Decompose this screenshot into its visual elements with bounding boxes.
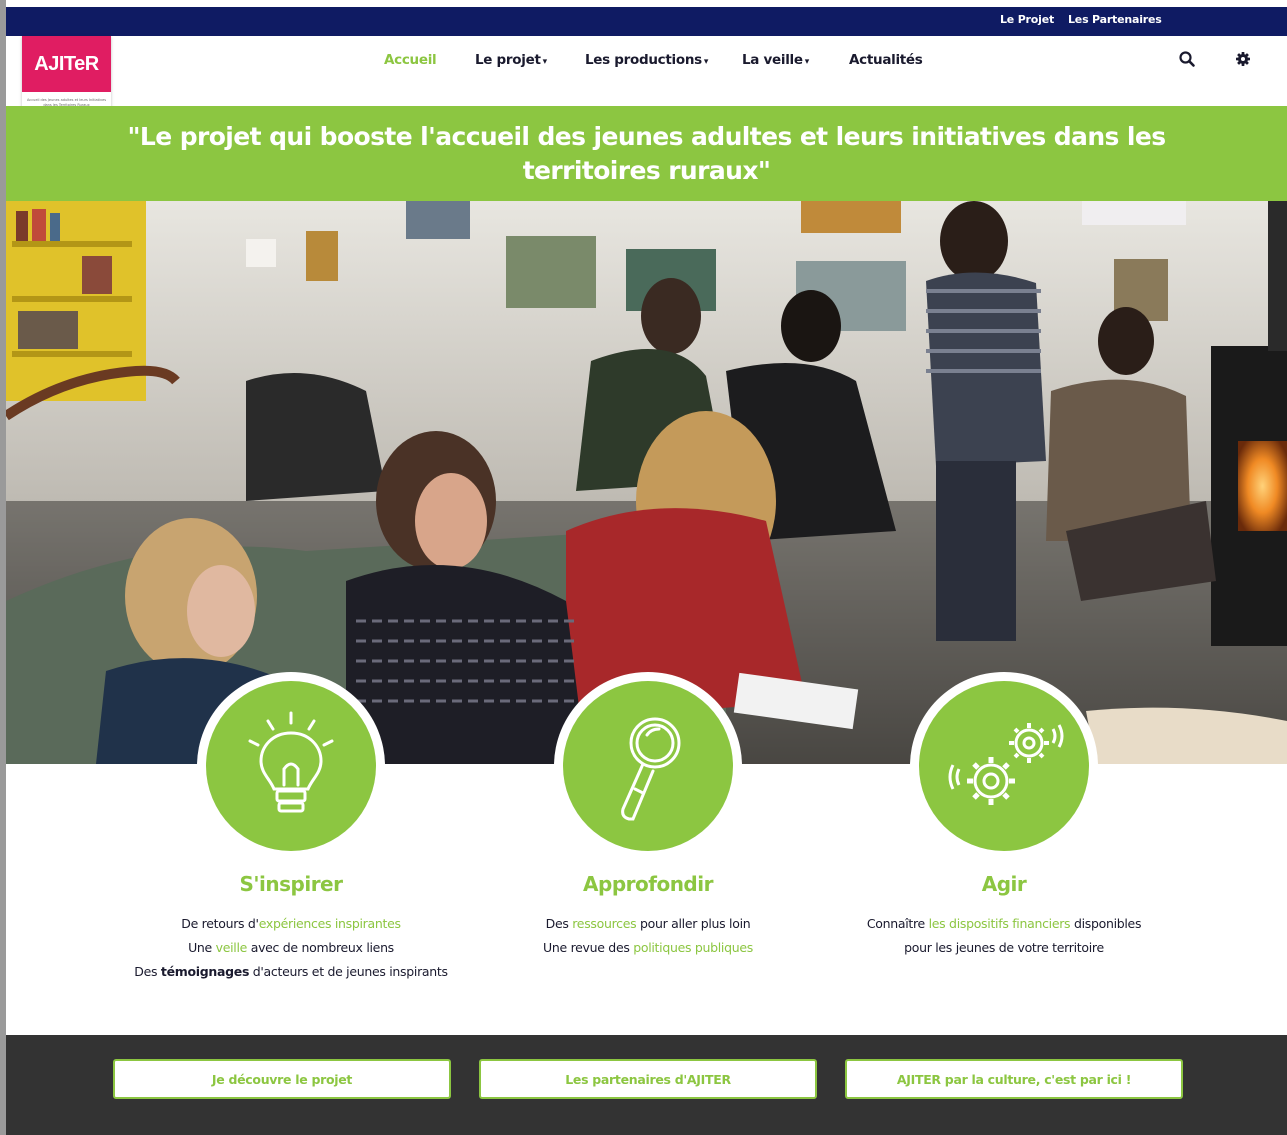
banner-line-1: "Le projet qui booste l'accueil des jeun… [127, 122, 1166, 151]
search-icon[interactable] [1178, 50, 1196, 68]
feature-line: Une revue des politiques publiques [543, 940, 753, 955]
nav-item-la-veille[interactable]: La veille ▾ [742, 52, 809, 68]
nav-item-les-productions[interactable]: Les productions ▾ [585, 52, 708, 68]
utility-link-partenaires[interactable]: Les Partenaires [1068, 13, 1162, 26]
caret-down-icon: ▾ [804, 57, 810, 67]
utility-bar: Le Projet Les Partenaires [6, 0, 1287, 36]
nav-item-le-projet[interactable]: Le projet ▾ [475, 52, 547, 68]
feature-line: Une veille avec de nombreux liens [188, 940, 394, 955]
page: Le Projet Les Partenaires AJITeR Accueil… [0, 0, 1287, 1135]
caret-down-icon: ▾ [703, 57, 709, 67]
feature-line: De retours d'expériences inspirantes [181, 916, 401, 931]
utility-link-projet[interactable]: Le Projet [1000, 13, 1054, 26]
main-nav: Accueil Le projet ▾ Les productions ▾ La v… [6, 52, 1287, 76]
inspire-circle[interactable] [197, 672, 385, 860]
nav-item-label: La veille [742, 52, 803, 68]
feature-line: Connaître les dispositifs financiers dis… [866, 916, 1142, 931]
feature-line: Des témoignages d'acteurs et de jeunes i… [134, 964, 448, 979]
link-veille[interactable]: veille [216, 940, 248, 955]
discover-project-button[interactable]: Je découvre le projet [113, 1059, 451, 1099]
feature-inspirer: S'inspirer De retours d'expériences insp… [106, 872, 476, 984]
nav-item-accueil[interactable]: Accueil [384, 52, 437, 68]
link-ressources[interactable]: ressources [572, 916, 636, 931]
caret-down-icon: ▾ [542, 57, 548, 67]
feature-title: Agir [981, 872, 1027, 896]
gears-icon [948, 723, 1064, 805]
link-politiques[interactable]: politiques publiques [633, 940, 753, 955]
banner-line-2: territoires ruraux" [522, 156, 771, 185]
nav-item-actualites[interactable]: Actualités [849, 52, 923, 68]
nav-item-label: Les productions [585, 52, 702, 68]
nav-item-label: Accueil [384, 52, 437, 68]
feature-agir: Agir Connaître les dispositifs financier… [819, 872, 1189, 960]
feature-title: Approfondir [583, 872, 713, 896]
link-dispositifs[interactable]: les dispositifs financiers [929, 916, 1071, 931]
act-circle[interactable] [910, 672, 1098, 860]
link-temoignages[interactable]: témoignages [161, 964, 250, 979]
feature-approfondir: Approfondir Des ressources pour aller pl… [463, 872, 833, 960]
feature-line: Des ressources pour aller plus loin [545, 916, 751, 931]
culture-button[interactable]: AJITER par la culture, c'est par ici ! [845, 1059, 1183, 1099]
feature-line: pour les jeunes de votre territoire [904, 940, 1104, 955]
hero-banner: "Le projet qui booste l'accueil des jeun… [6, 106, 1287, 201]
lightbulb-icon [248, 711, 334, 813]
footer-bar: Je découvre le projet Les partenaires d'… [6, 1035, 1287, 1135]
partners-button[interactable]: Les partenaires d'AJITER [479, 1059, 817, 1099]
nav-item-label: Le projet [475, 52, 541, 68]
gear-icon[interactable] [1234, 50, 1252, 68]
feature-title: S'inspirer [239, 872, 344, 896]
site-header: AJITeR Accueil des Jeunes adultes et leu… [6, 36, 1287, 124]
nav-item-label: Actualités [849, 52, 923, 68]
link-experiences[interactable]: expériences inspirantes [259, 916, 401, 931]
deepen-circle[interactable] [554, 672, 742, 860]
magnifier-icon [621, 717, 681, 821]
